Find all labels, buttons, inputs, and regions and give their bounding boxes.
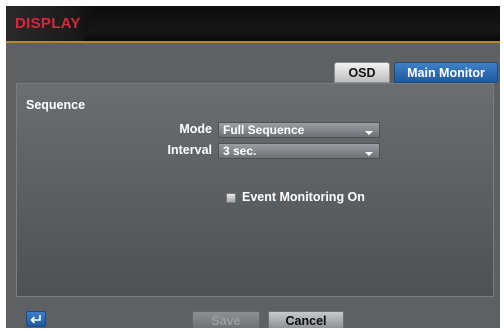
event-monitoring-checkbox[interactable] [226, 193, 236, 203]
save-button[interactable]: Save [192, 311, 260, 328]
mode-label: Mode [179, 122, 212, 136]
mode-select-value: Full Sequence [223, 123, 305, 137]
event-monitoring-label[interactable]: Event Monitoring On [242, 190, 365, 204]
tab-main-monitor[interactable]: Main Monitor [394, 62, 498, 83]
chevron-down-icon [365, 131, 373, 135]
back-arrow-icon [30, 315, 41, 324]
chevron-down-icon [365, 152, 373, 156]
interval-label: Interval [167, 143, 212, 157]
back-button[interactable] [26, 311, 46, 327]
mode-select[interactable]: Full Sequence [218, 122, 380, 138]
interval-select-value: 3 sec. [223, 144, 257, 158]
tab-osd[interactable]: OSD [334, 62, 390, 83]
window-title: DISPLAY [15, 15, 81, 32]
title-bar: DISPLAY [6, 6, 500, 43]
display-dialog: DISPLAY OSD Main Monitor Sequence Mode F… [6, 6, 500, 328]
section-title: Sequence [26, 98, 86, 112]
cancel-button[interactable]: Cancel [268, 311, 344, 328]
interval-select[interactable]: 3 sec. [218, 143, 380, 159]
